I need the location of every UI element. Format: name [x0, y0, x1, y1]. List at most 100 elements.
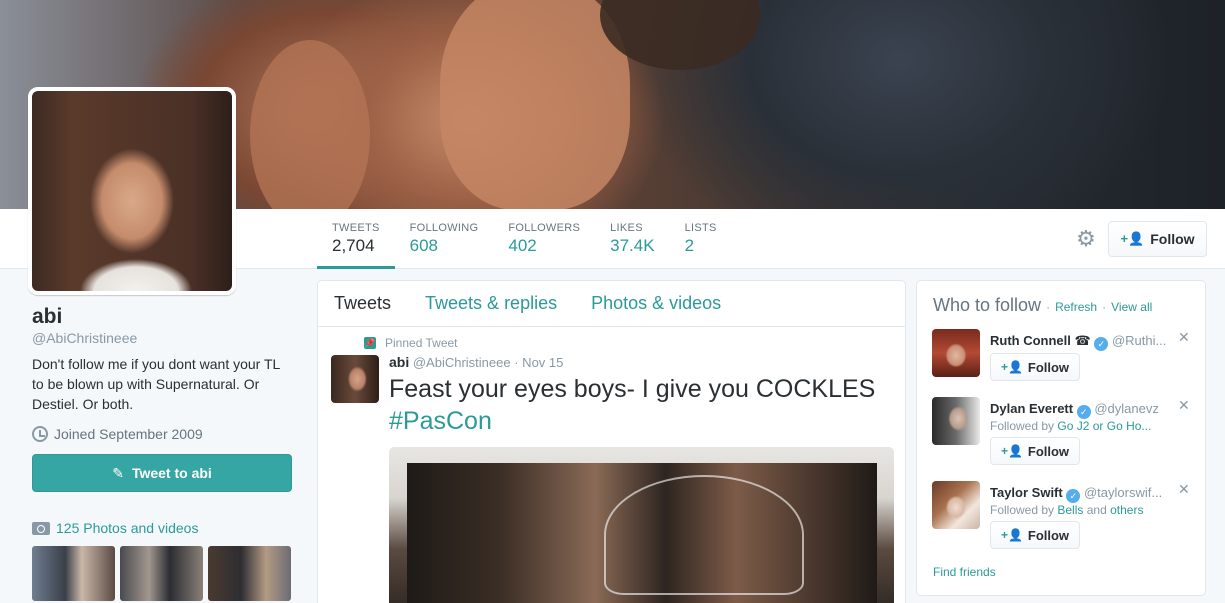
photos-videos-label: 125 Photos and videos	[56, 520, 199, 536]
dismiss-icon[interactable]: ✕	[1178, 481, 1190, 498]
join-date-text: Joined September 2009	[54, 426, 203, 442]
heart-shape	[604, 475, 804, 595]
suggestion-handle[interactable]: @taylorswif...	[1084, 485, 1162, 500]
add-user-icon: +👤	[1000, 528, 1023, 542]
follow-label: Follow	[1027, 527, 1070, 543]
dismiss-icon[interactable]: ✕	[1178, 329, 1190, 346]
gear-icon[interactable]: ⚙	[1075, 228, 1097, 250]
stat-lists[interactable]: LISTS 2	[670, 209, 732, 269]
verified-icon: ✓	[1076, 405, 1091, 419]
suggestion-taylor-swift: Taylor Swift ✓ @taylorswif... Followed b…	[932, 481, 1197, 556]
follow-label: Follow	[1027, 443, 1070, 459]
tweet-hashtag[interactable]: #PasCon	[389, 407, 492, 435]
profile-avatar[interactable]	[28, 87, 236, 295]
photo-thumbnail[interactable]	[120, 546, 203, 601]
tab-tweets-replies[interactable]: Tweets & replies	[425, 293, 557, 314]
add-user-icon: +👤	[1000, 444, 1023, 458]
tweet-header: abi @AbiChristineee · Nov 15	[389, 354, 563, 370]
tab-photos-videos[interactable]: Photos & videos	[591, 293, 721, 314]
follow-label: Follow	[1027, 359, 1070, 375]
stat-label: LISTS	[684, 222, 717, 234]
tweet-author-handle[interactable]: @AbiChristineee	[413, 355, 511, 370]
suggestion-name[interactable]: Taylor Swift	[990, 485, 1063, 500]
profile-name[interactable]: abi	[32, 305, 297, 329]
camera-icon	[32, 521, 50, 535]
profile-card: abi @AbiChristineee Don't follow me if y…	[32, 305, 297, 601]
stat-value: 2,704	[332, 236, 375, 255]
suggestion-avatar[interactable]	[932, 329, 980, 377]
tweet-body: Feast your eyes boys- I give you COCKLES	[389, 375, 876, 403]
who-to-follow-module: Who to follow · Refresh · View all Ruth …	[916, 280, 1206, 596]
photo-thumbnail[interactable]	[208, 546, 291, 601]
suggestion-follow-button[interactable]: +👤 Follow	[990, 437, 1080, 465]
stat-value: 37.4K	[610, 236, 655, 255]
verified-icon: ✓	[1066, 489, 1081, 503]
pinned-text: Pinned Tweet	[385, 336, 458, 350]
tweet-to-label: Tweet to abi	[131, 465, 212, 481]
suggestion-name-line: Dylan Everett ✓ @dylanevz	[990, 401, 1170, 419]
suggestion-follow-button[interactable]: +👤 Follow	[990, 521, 1080, 549]
followed-by-prefix: Followed by	[990, 503, 1055, 517]
suggestion-name-line: Taylor Swift ✓ @taylorswif...	[990, 485, 1170, 503]
suggestion-avatar[interactable]	[932, 481, 980, 529]
photo-thumbnail[interactable]	[32, 546, 115, 601]
suggestion-name[interactable]: Dylan Everett	[990, 401, 1073, 416]
followed-by-and: and	[1086, 503, 1107, 517]
followed-by-line: Followed by Bells and others	[990, 503, 1170, 517]
suggestion-handle[interactable]: @Ruthi...	[1112, 333, 1166, 348]
compose-icon: ✎	[112, 464, 124, 481]
suggestion-name[interactable]: Ruth Connell	[990, 333, 1071, 348]
who-to-follow-title: Who to follow	[933, 295, 1042, 315]
phone-icon: ☎	[1074, 333, 1091, 348]
stat-likes[interactable]: LIKES 37.4K	[595, 209, 669, 269]
view-all-link[interactable]: View all	[1111, 300, 1152, 314]
stat-value: 402	[508, 236, 537, 255]
stat-label: LIKES	[610, 222, 643, 234]
tweet-to-button[interactable]: ✎ Tweet to abi	[32, 454, 292, 492]
find-friends-link[interactable]: Find friends	[933, 565, 996, 579]
stat-value: 2	[684, 236, 695, 255]
add-user-icon: +👤	[1120, 231, 1145, 246]
pin-icon: 📌	[364, 337, 376, 349]
stat-label: TWEETS	[332, 222, 380, 234]
pinned-label: 📌 Pinned Tweet	[364, 336, 458, 350]
suggestion-follow-button[interactable]: +👤 Follow	[990, 353, 1080, 381]
join-date: Joined September 2009	[32, 426, 297, 442]
followed-by-prefix: Followed by	[990, 419, 1055, 433]
suggestion-avatar[interactable]	[932, 397, 980, 445]
suggestion-dylan-everett: Dylan Everett ✓ @dylanevz Followed by Go…	[932, 397, 1197, 472]
suggestion-ruth-connell: Ruth Connell ☎ ✓ @Ruthi... +👤 Follow ✕	[932, 329, 1197, 404]
follow-button-label: Follow	[1150, 231, 1195, 247]
tab-tweets[interactable]: Tweets	[334, 293, 391, 314]
follow-button[interactable]: +👤 Follow	[1108, 221, 1207, 257]
suggestion-handle[interactable]: @dylanevz	[1094, 401, 1159, 416]
stat-value: 608	[409, 236, 439, 255]
tweet-author-name[interactable]: abi	[389, 354, 409, 370]
stat-tweets[interactable]: TWEETS 2,704	[317, 209, 395, 269]
followed-by-line: Followed by Go J2 or Go Ho...	[990, 419, 1170, 433]
photo-thumbnails	[32, 546, 297, 601]
suggestion-name-line: Ruth Connell ☎ ✓ @Ruthi...	[990, 333, 1170, 351]
verified-icon: ✓	[1094, 337, 1109, 351]
profile-bio: Don't follow me if you dont want your TL…	[32, 356, 280, 412]
stat-label: FOLLOWERS	[508, 222, 581, 234]
dismiss-icon[interactable]: ✕	[1178, 397, 1190, 414]
tweet-avatar[interactable]	[331, 355, 379, 403]
stat-label: FOLLOWING	[409, 222, 479, 234]
timeline: Tweets Tweets & replies Photos & videos …	[317, 280, 906, 603]
clock-icon	[32, 426, 48, 442]
refresh-link[interactable]: Refresh	[1055, 300, 1097, 314]
stat-followers[interactable]: FOLLOWERS 402	[493, 209, 595, 269]
profile-handle[interactable]: @AbiChristineee	[32, 330, 297, 346]
who-to-follow-header: Who to follow · Refresh · View all	[933, 295, 1153, 315]
photos-videos-link[interactable]: 125 Photos and videos	[32, 520, 297, 536]
followed-by-link[interactable]: Go J2 or Go Ho...	[1057, 419, 1151, 433]
tweet-photo[interactable]	[389, 447, 894, 603]
tweet-date[interactable]: · Nov 15	[514, 355, 563, 370]
timeline-tabs: Tweets Tweets & replies Photos & videos	[318, 281, 905, 327]
profile-stats: TWEETS 2,704 FOLLOWING 608 FOLLOWERS 402…	[317, 209, 732, 269]
tweet-text: Feast your eyes boys- I give you COCKLES…	[389, 373, 889, 437]
stat-following[interactable]: FOLLOWING 608	[395, 209, 494, 269]
followed-by-others-link[interactable]: others	[1110, 503, 1143, 517]
followed-by-link[interactable]: Bells	[1057, 503, 1083, 517]
